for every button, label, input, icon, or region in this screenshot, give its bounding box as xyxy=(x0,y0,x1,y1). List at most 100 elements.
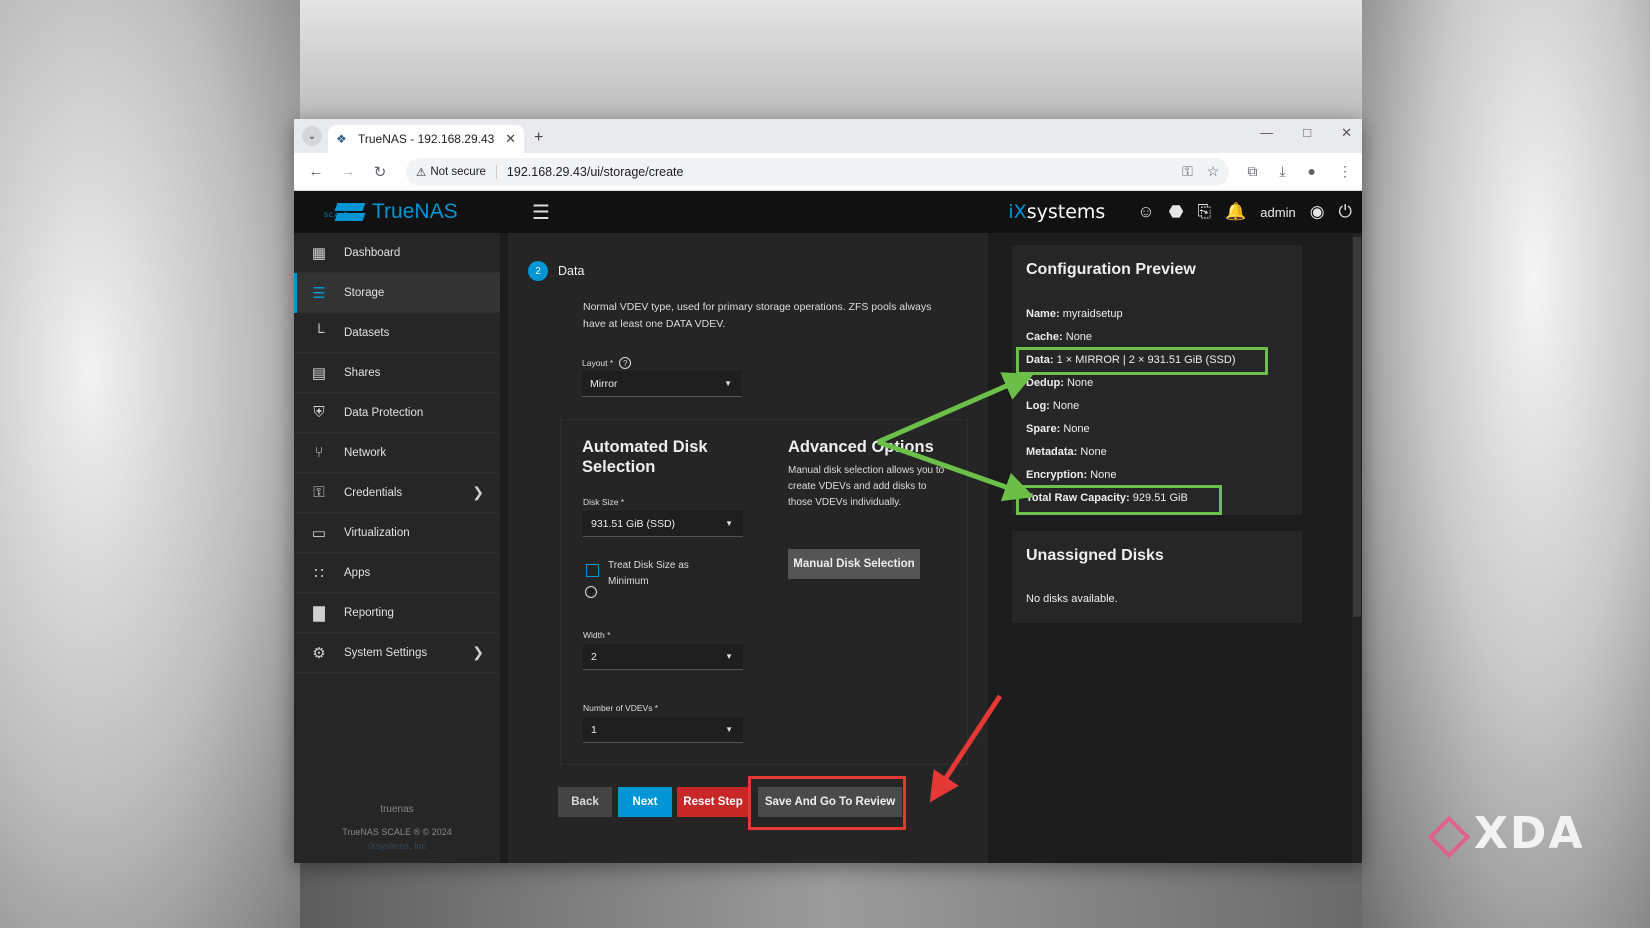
scrollbar[interactable] xyxy=(1352,233,1362,863)
sidebar-item-virtualization[interactable]: ▭ Virtualization xyxy=(294,513,500,553)
next-button[interactable]: Next xyxy=(618,787,672,817)
sidebar-item-system-settings[interactable]: ⚙ System Settings ❯ xyxy=(294,633,500,673)
main-content: 2 Data Normal VDEV type, used for primar… xyxy=(500,233,1362,863)
vdev-description: Normal VDEV type, used for primary stora… xyxy=(583,301,932,330)
sidebar-item-label: Reporting xyxy=(344,606,394,619)
background-bottom xyxy=(300,860,1362,928)
manual-disk-selection-button[interactable]: Manual Disk Selection xyxy=(788,549,920,579)
sidebar-item-label: System Settings xyxy=(344,646,428,659)
hamburger-menu-icon[interactable]: ☰ xyxy=(532,200,550,225)
preview-row-metadata: Metadata: None xyxy=(1026,446,1107,458)
browser-toolbar-icons: ⧉ ⤓ ● ⋮ xyxy=(1247,163,1352,180)
new-tab-icon[interactable]: + xyxy=(534,129,543,147)
ixsystems-logo[interactable]: iXsystems xyxy=(1008,201,1105,223)
minimize-icon[interactable]: — xyxy=(1260,125,1273,141)
preview-value: None xyxy=(1052,400,1080,412)
preview-title: Configuration Preview xyxy=(1026,261,1196,278)
chart-icon: ▇ xyxy=(313,604,325,622)
security-indicator[interactable]: ⚠ Not secure xyxy=(416,164,497,179)
step-number: 2 xyxy=(528,261,548,281)
user-name[interactable]: admin xyxy=(1260,205,1295,220)
preview-row-dedup: Dedup: None xyxy=(1026,377,1093,389)
truenas-favicon-icon: ❖ xyxy=(336,132,347,146)
reset-step-button[interactable]: Reset Step xyxy=(677,787,749,817)
bell-icon[interactable]: 🔔 xyxy=(1225,202,1246,222)
unassigned-disks-card: Unassigned Disks No disks available. xyxy=(1012,531,1302,623)
dashboard-icon: ▦ xyxy=(311,244,327,262)
preview-key: Spare: xyxy=(1026,423,1061,435)
preview-key: Encryption: xyxy=(1026,469,1088,481)
datasets-icon: └ xyxy=(313,324,325,341)
chevron-right-icon: ❯ xyxy=(472,484,484,500)
address-bar: ← → ↻ ⚠ Not secure 192.168.29.43/ui/stor… xyxy=(294,153,1362,191)
truenas-logo[interactable]: TrueNAS SCALE xyxy=(324,200,484,224)
sidebar-item-reporting[interactable]: ▇ Reporting xyxy=(294,593,500,633)
configuration-preview-card: Configuration Preview Name: myraidsetup … xyxy=(1012,245,1302,515)
company-link[interactable]: iXsystems, Inc xyxy=(294,839,500,853)
no-disks-text: No disks available. xyxy=(1026,593,1118,605)
preview-key: Metadata: xyxy=(1026,446,1078,458)
url-text[interactable]: 192.168.29.43/ui/storage/create xyxy=(507,165,1168,179)
jobs-clipboard-icon[interactable]: ⎘ xyxy=(1198,202,1212,222)
gear-icon: ⚙ xyxy=(312,644,326,662)
disk-size-select[interactable]: 931.51 GiB (SSD) xyxy=(583,511,743,537)
sidebar-item-shares[interactable]: ▤ Shares xyxy=(294,353,500,393)
reload-icon[interactable]: ↻ xyxy=(368,163,392,181)
maximize-icon[interactable]: □ xyxy=(1303,125,1311,141)
account-icon[interactable]: ◉ xyxy=(1310,202,1325,222)
sidebar-item-storage[interactable]: ☰ Storage xyxy=(294,273,500,313)
preview-key: Log: xyxy=(1026,400,1050,412)
browser-tab[interactable]: ❖ TrueNAS - 192.168.29.43 ✕ xyxy=(328,125,524,153)
forward-arrow-icon[interactable]: → xyxy=(336,163,360,180)
sidebar-item-label: Network xyxy=(344,446,387,459)
layout-label-wrap: Layout * ? xyxy=(582,357,632,369)
unassigned-title: Unassigned Disks xyxy=(1026,547,1164,564)
sidebar-item-data-protection[interactable]: ⛨ Data Protection xyxy=(294,393,500,433)
highlight-box-data xyxy=(1016,347,1268,375)
extensions-icon[interactable]: ⧉ xyxy=(1247,163,1257,180)
password-key-icon[interactable]: ⚿ xyxy=(1182,163,1193,180)
vdevs-select[interactable]: 1 xyxy=(583,717,743,743)
preview-row-encryption: Encryption: None xyxy=(1026,469,1116,481)
width-select[interactable]: 2 xyxy=(583,644,743,670)
preview-key: Cache: xyxy=(1026,331,1063,343)
bookmark-star-icon[interactable]: ☆ xyxy=(1207,163,1220,180)
sidebar-item-apps[interactable]: ∷ Apps xyxy=(294,553,500,593)
preview-value: None xyxy=(1063,423,1090,435)
help-icon[interactable]: ? xyxy=(585,586,597,598)
back-arrow-icon[interactable]: ← xyxy=(304,163,328,180)
background-left xyxy=(0,0,300,928)
topbar-actions: iXsystems ☺ ⬣ ⎘ 🔔 admin ◉ ⏻ xyxy=(1008,191,1352,233)
close-window-icon[interactable]: ✕ xyxy=(1341,125,1352,141)
omnibox[interactable]: ⚠ Not secure 192.168.29.43/ui/storage/cr… xyxy=(406,157,1230,186)
disk-size-label: Disk Size * xyxy=(583,497,625,507)
power-icon[interactable]: ⏻ xyxy=(1339,202,1352,222)
sidebar-item-label: Dashboard xyxy=(344,246,401,259)
apps-grid-icon: ∷ xyxy=(314,564,324,582)
width-label: Width * xyxy=(583,630,611,640)
layout-select[interactable]: Mirror xyxy=(582,371,742,397)
treat-min-checkbox[interactable] xyxy=(586,564,599,577)
close-tab-icon[interactable]: ✕ xyxy=(505,131,516,147)
chevron-right-icon: ❯ xyxy=(472,644,484,660)
download-icon[interactable]: ⤓ xyxy=(1279,163,1285,180)
feedback-icon[interactable]: ☺ xyxy=(1137,202,1154,222)
xda-watermark: XDA xyxy=(1474,808,1585,859)
profile-icon[interactable]: ● xyxy=(1308,163,1316,180)
layout-label: Layout * xyxy=(582,358,614,368)
tab-search-button[interactable]: ⌄ xyxy=(302,126,322,146)
key-icon: ⚿ xyxy=(313,484,325,501)
truecommand-icon[interactable]: ⬣ xyxy=(1169,202,1184,222)
menu-kebab-icon[interactable]: ⋮ xyxy=(1338,163,1352,180)
sidebar-item-label: Apps xyxy=(344,566,371,579)
sidebar-item-credentials[interactable]: ⚿ Credentials ❯ xyxy=(294,473,500,513)
sidebar-item-datasets[interactable]: └ Datasets xyxy=(294,313,500,353)
back-button[interactable]: Back xyxy=(558,787,612,817)
brand-systems: systems xyxy=(1026,201,1106,223)
scrollbar-thumb[interactable] xyxy=(1353,237,1361,617)
help-icon[interactable]: ? xyxy=(619,357,632,369)
sidebar-item-dashboard[interactable]: ▦ Dashboard xyxy=(294,233,500,273)
sidebar-item-network[interactable]: ⑂ Network xyxy=(294,433,500,473)
background-right xyxy=(1362,0,1650,928)
sidebar: ▦ Dashboard ☰ Storage └ Datasets ▤ Shares ⛨ D… xyxy=(294,233,500,863)
